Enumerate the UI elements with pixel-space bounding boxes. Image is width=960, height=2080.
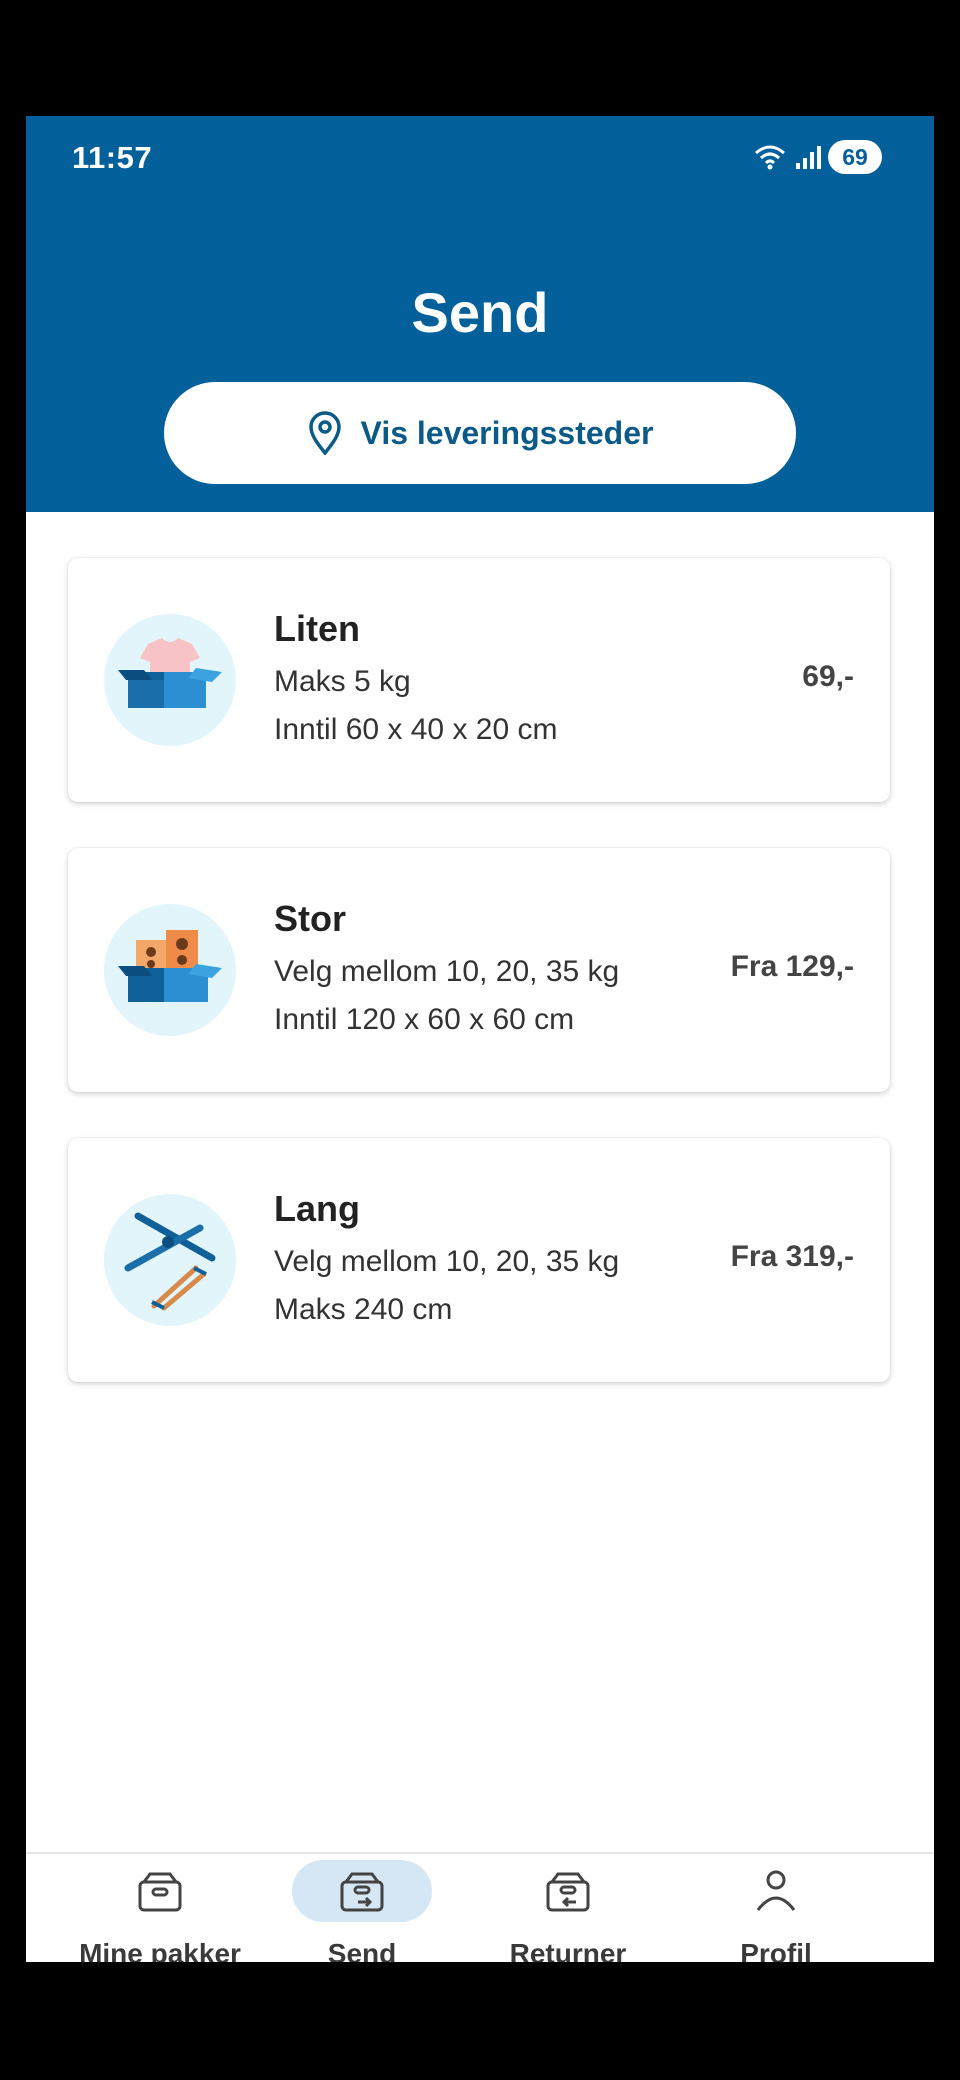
option-title: Liten	[274, 608, 360, 649]
option-price: Fra 319,-	[730, 1240, 854, 1273]
location-pin-icon	[308, 411, 341, 455]
large-package-illustration	[104, 904, 236, 1036]
send-package-icon	[340, 1872, 384, 1912]
package-option-small[interactable]: Liten Maks 5 kg Inntil 60 x 40 x 20 cm 6…	[68, 558, 890, 802]
nav-item-mine-pakker[interactable]: Mine pakker	[60, 1854, 260, 1962]
show-delivery-locations-label: Vis leveringssteder	[360, 414, 654, 451]
option-weight: Maks 5 kg	[274, 665, 411, 698]
app-screen: 11:57 69 Send Vis leveringssteder Liten …	[26, 116, 934, 1962]
option-weight: Velg mellom 10, 20, 35 kg	[274, 1245, 620, 1278]
option-dimensions: Inntil 120 x 60 x 60 cm	[274, 1003, 575, 1036]
battery-indicator: 69	[828, 140, 882, 174]
package-option-long[interactable]: Lang Velg mellom 10, 20, 35 kg Maks 240 …	[68, 1138, 890, 1382]
nav-label: Returner	[509, 1938, 627, 1962]
small-package-illustration	[104, 614, 236, 746]
page-title: Send	[411, 281, 549, 344]
option-weight: Velg mellom 10, 20, 35 kg	[274, 955, 620, 988]
option-title: Stor	[274, 898, 346, 939]
return-package-icon	[546, 1872, 590, 1912]
status-time: 11:57	[72, 140, 153, 175]
option-dimensions: Inntil 60 x 40 x 20 cm	[274, 713, 558, 746]
option-price: 69,-	[802, 660, 854, 693]
nav-label: Send	[327, 1938, 397, 1962]
wifi-icon	[755, 145, 785, 170]
header: 11:57 69 Send Vis leveringssteder	[26, 116, 934, 512]
signal-icon	[796, 146, 821, 169]
bottom-navigation: Mine pakker Send Returner Profil	[26, 1852, 934, 1962]
long-package-illustration	[104, 1194, 236, 1326]
package-option-large[interactable]: Stor Velg mellom 10, 20, 35 kg Inntil 12…	[68, 848, 890, 1092]
nav-label: Profil	[740, 1938, 812, 1962]
status-icons: 69	[752, 140, 882, 174]
show-delivery-locations-button[interactable]: Vis leveringssteder	[164, 382, 796, 484]
nav-label: Mine pakker	[79, 1938, 241, 1962]
nav-item-returner[interactable]: Returner	[468, 1854, 668, 1962]
nav-item-send[interactable]: Send	[262, 1854, 462, 1962]
nav-item-profil[interactable]: Profil	[676, 1854, 876, 1962]
option-price: Fra 129,-	[730, 950, 854, 983]
person-icon	[756, 1870, 796, 1911]
option-title: Lang	[274, 1188, 360, 1229]
option-dimensions: Maks 240 cm	[274, 1293, 453, 1326]
package-icon	[138, 1872, 182, 1912]
